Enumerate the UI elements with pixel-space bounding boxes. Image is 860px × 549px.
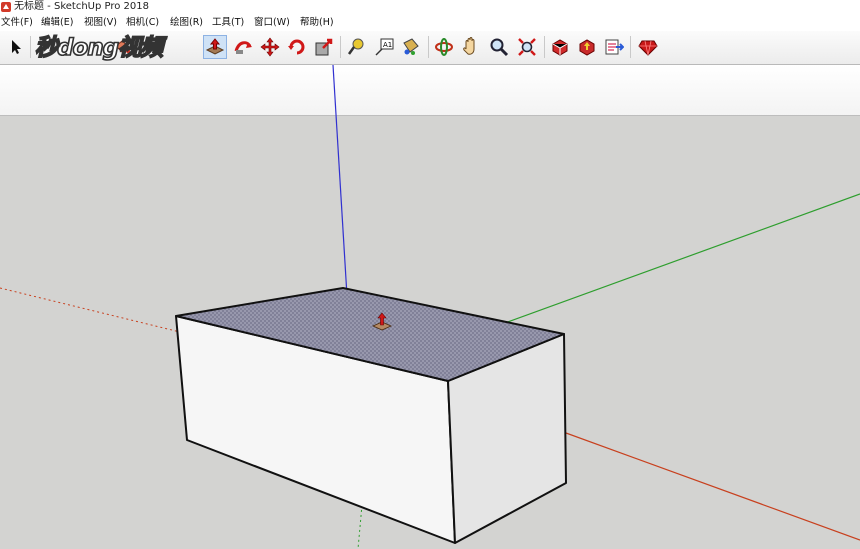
sketchup-app-icon bbox=[1, 2, 11, 12]
toolbar-separator bbox=[30, 36, 31, 58]
rotate-icon[interactable] bbox=[285, 35, 309, 59]
scale-icon[interactable] bbox=[312, 35, 336, 59]
text-icon[interactable]: A1 bbox=[372, 35, 396, 59]
share-model-icon[interactable] bbox=[575, 35, 599, 59]
toolbar-separator bbox=[340, 36, 341, 58]
select-tool-icon[interactable] bbox=[4, 35, 28, 59]
warehouse-icon[interactable] bbox=[548, 35, 572, 59]
paint-icon[interactable] bbox=[399, 35, 423, 59]
title-bar: 无标题 - SketchUp Pro 2018 bbox=[0, 0, 860, 14]
toolbar-separator bbox=[428, 36, 429, 58]
push-pull-icon[interactable] bbox=[203, 35, 227, 59]
model-viewport[interactable] bbox=[0, 65, 860, 549]
menu-bar: 文件(F) 编辑(E) 视图(V) 相机(C) 绘图(R) 工具(T) 窗口(W… bbox=[0, 14, 860, 31]
orbit-icon[interactable] bbox=[432, 35, 456, 59]
zoom-icon[interactable] bbox=[487, 35, 511, 59]
window-title: 无标题 - SketchUp Pro 2018 bbox=[14, 1, 149, 12]
zoom-extents-icon[interactable] bbox=[515, 35, 539, 59]
svg-text:A1: A1 bbox=[383, 41, 392, 49]
menu-file[interactable]: 文件(F) bbox=[1, 14, 33, 31]
extension-warehouse-icon[interactable] bbox=[602, 35, 626, 59]
sky bbox=[0, 65, 860, 116]
menu-draw[interactable]: 绘图(R) bbox=[170, 14, 203, 31]
toolbar-separator bbox=[544, 36, 545, 58]
ruby-icon[interactable] bbox=[636, 35, 660, 59]
follow-me-icon[interactable] bbox=[231, 35, 255, 59]
menu-view[interactable]: 视图(V) bbox=[84, 14, 117, 31]
menu-camera[interactable]: 相机(C) bbox=[126, 14, 159, 31]
tape-measure-icon[interactable] bbox=[344, 35, 368, 59]
menu-tools[interactable]: 工具(T) bbox=[212, 14, 244, 31]
menu-help[interactable]: 帮助(H) bbox=[300, 14, 334, 31]
toolbar-separator bbox=[630, 36, 631, 58]
menu-edit[interactable]: 编辑(E) bbox=[41, 14, 73, 31]
pan-icon[interactable] bbox=[459, 35, 483, 59]
move-icon[interactable] bbox=[258, 35, 282, 59]
watermark-logo: 秒dong视频 bbox=[34, 34, 164, 62]
menu-window[interactable]: 窗口(W) bbox=[254, 14, 290, 31]
